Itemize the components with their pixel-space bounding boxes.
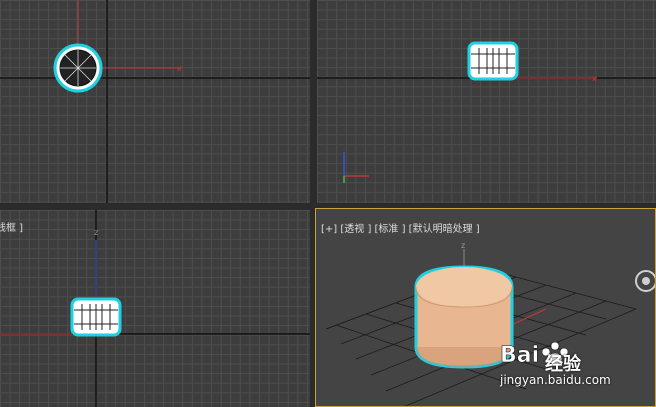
cylinder-front-view[interactable] (467, 41, 519, 81)
left-scene (0, 210, 310, 407)
viewport-left-label[interactable]: 线框 ] (0, 219, 23, 234)
secondary-object[interactable] (635, 270, 656, 292)
viewport-left[interactable]: z 线框 ] (0, 210, 310, 407)
z-axis-label: z (94, 228, 99, 237)
top-scene: x (0, 0, 310, 203)
svg-text:x: x (177, 64, 182, 73)
cylinder-perspective[interactable] (414, 265, 514, 369)
cylinder-top-view[interactable] (53, 43, 103, 93)
svg-text:Bai: Bai (500, 343, 539, 368)
front-scene: x (317, 41, 656, 183)
axis-gizmo (343, 152, 369, 183)
viewport-top[interactable]: x (0, 0, 310, 203)
svg-text:x: x (592, 74, 597, 83)
cylinder-left-view[interactable] (70, 297, 122, 337)
viewport-front[interactable]: x (317, 0, 656, 203)
viewport-perspective-label[interactable]: [+] [透视 ] [标准 ] [默认明暗处理 ] (321, 220, 480, 235)
z-axis-label: z (461, 241, 466, 250)
watermark-url: jingyan.baidu.com (500, 373, 611, 387)
